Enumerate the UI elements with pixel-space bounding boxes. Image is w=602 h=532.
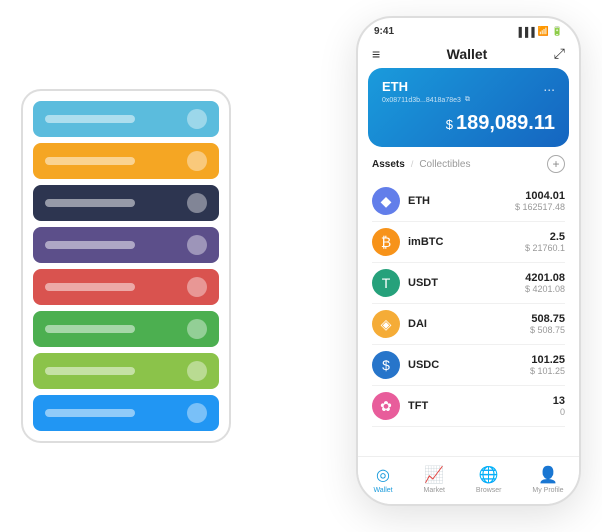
asset-amount-usd: $ 162517.48 xyxy=(515,202,565,212)
nav-icon-wallet: ◎ xyxy=(376,465,390,485)
asset-icon-eth: ◆ xyxy=(372,187,400,215)
asset-amount-main: 2.5 xyxy=(525,231,565,243)
asset-amount-usd: 0 xyxy=(553,407,565,417)
asset-icon-imbtc: ₿ xyxy=(372,228,400,256)
nav-label-browser: Browser xyxy=(476,487,502,494)
expand-icon[interactable]: ⤢ xyxy=(554,45,565,62)
asset-row[interactable]: ₿ imBTC2.5$ 21760.1 xyxy=(372,222,565,263)
asset-amounts: 2.5$ 21760.1 xyxy=(525,231,565,253)
asset-amount-usd: $ 21760.1 xyxy=(525,243,565,253)
asset-amount-main: 101.25 xyxy=(530,354,565,366)
eth-card[interactable]: ETH ... 0x08711d3b...8418a78e3 ⧉ $189,08… xyxy=(368,68,569,147)
asset-row[interactable]: $ USDC101.25$ 101.25 xyxy=(372,345,565,386)
asset-row[interactable]: ◆ ETH1004.01$ 162517.48 xyxy=(372,181,565,222)
asset-amount-main: 13 xyxy=(553,395,565,407)
asset-amounts: 101.25$ 101.25 xyxy=(530,354,565,376)
asset-name: TFT xyxy=(408,400,553,412)
stack-card[interactable] xyxy=(33,227,219,263)
assets-section: Assets / Collectibles + ◆ ETH1004.01$ 162… xyxy=(358,155,579,456)
asset-list: ◆ ETH1004.01$ 162517.48 ₿ imBTC2.5$ 21760.1… xyxy=(372,181,565,427)
asset-amount-usd: $ 4201.08 xyxy=(525,284,565,294)
nav-icon-market: 📈 xyxy=(424,465,444,485)
asset-amounts: 508.75$ 508.75 xyxy=(530,313,565,335)
header-title: Wallet xyxy=(447,46,488,62)
nav-item-my-profile[interactable]: 👤 My Profile xyxy=(532,465,563,494)
eth-card-more[interactable]: ... xyxy=(543,78,555,94)
stack-card[interactable] xyxy=(33,101,219,137)
status-icons: ▐▐▐ 📶 🔋 xyxy=(515,26,563,37)
stack-card[interactable] xyxy=(33,185,219,221)
wifi-icon: 📶 xyxy=(538,26,549,37)
eth-card-amount: $189,089.11 xyxy=(382,112,555,135)
asset-row[interactable]: ◈ DAI508.75$ 508.75 xyxy=(372,304,565,345)
tab-assets[interactable]: Assets xyxy=(372,159,405,170)
asset-icon-tft: ✿ xyxy=(372,392,400,420)
asset-name: imBTC xyxy=(408,236,525,248)
stack-card[interactable] xyxy=(33,143,219,179)
nav-icon-my-profile: 👤 xyxy=(538,465,558,485)
asset-name: USDT xyxy=(408,277,525,289)
nav-item-browser[interactable]: 🌐 Browser xyxy=(476,465,502,494)
asset-name: USDC xyxy=(408,359,530,371)
asset-icon-dai: ◈ xyxy=(372,310,400,338)
assets-tabs: Assets / Collectibles xyxy=(372,159,470,170)
asset-row[interactable]: T USDT4201.08$ 4201.08 xyxy=(372,263,565,304)
stack-card[interactable] xyxy=(33,311,219,347)
battery-icon: 🔋 xyxy=(552,26,563,37)
stack-card[interactable] xyxy=(33,353,219,389)
asset-amount-main: 508.75 xyxy=(530,313,565,325)
card-stack xyxy=(21,89,231,443)
stack-card[interactable] xyxy=(33,395,219,431)
add-asset-button[interactable]: + xyxy=(547,155,565,173)
nav-icon-browser: 🌐 xyxy=(479,465,499,485)
signal-icon: ▐▐▐ xyxy=(515,27,534,37)
tab-collectibles[interactable]: Collectibles xyxy=(419,159,470,170)
asset-amount-main: 1004.01 xyxy=(515,190,565,202)
asset-amounts: 130 xyxy=(553,395,565,417)
nav-label-wallet: Wallet xyxy=(373,487,392,494)
currency-symbol: $ xyxy=(446,117,453,132)
asset-name: DAI xyxy=(408,318,530,330)
eth-card-address: 0x08711d3b...8418a78e3 ⧉ xyxy=(382,96,555,104)
asset-amount-usd: $ 508.75 xyxy=(530,325,565,335)
asset-name: ETH xyxy=(408,195,515,207)
asset-amount-main: 4201.08 xyxy=(525,272,565,284)
stack-card[interactable] xyxy=(33,269,219,305)
asset-icon-usdt: T xyxy=(372,269,400,297)
asset-icon-usdc: $ xyxy=(372,351,400,379)
bottom-nav: ◎ Wallet 📈 Market 🌐 Browser 👤 My Profile xyxy=(358,456,579,504)
status-time: 9:41 xyxy=(374,26,394,37)
nav-label-my-profile: My Profile xyxy=(532,487,563,494)
nav-item-market[interactable]: 📈 Market xyxy=(424,465,445,494)
eth-card-title: ETH xyxy=(382,79,408,94)
nav-item-wallet[interactable]: ◎ Wallet xyxy=(373,465,392,494)
phone-mockup: 9:41 ▐▐▐ 📶 🔋 ≡ Wallet ⤢ ETH ... 0x08711d… xyxy=(356,16,581,506)
asset-amount-usd: $ 101.25 xyxy=(530,366,565,376)
eth-card-header: ETH ... xyxy=(382,78,555,94)
status-bar: 9:41 ▐▐▐ 📶 🔋 xyxy=(358,18,579,41)
asset-amounts: 1004.01$ 162517.48 xyxy=(515,190,565,212)
phone-header: ≡ Wallet ⤢ xyxy=(358,41,579,68)
asset-row[interactable]: ✿ TFT130 xyxy=(372,386,565,427)
tab-divider: / xyxy=(411,159,414,169)
scene: 9:41 ▐▐▐ 📶 🔋 ≡ Wallet ⤢ ETH ... 0x08711d… xyxy=(21,16,581,516)
nav-label-market: Market xyxy=(424,487,445,494)
asset-amounts: 4201.08$ 4201.08 xyxy=(525,272,565,294)
menu-icon[interactable]: ≡ xyxy=(372,46,380,62)
assets-header: Assets / Collectibles + xyxy=(372,155,565,173)
